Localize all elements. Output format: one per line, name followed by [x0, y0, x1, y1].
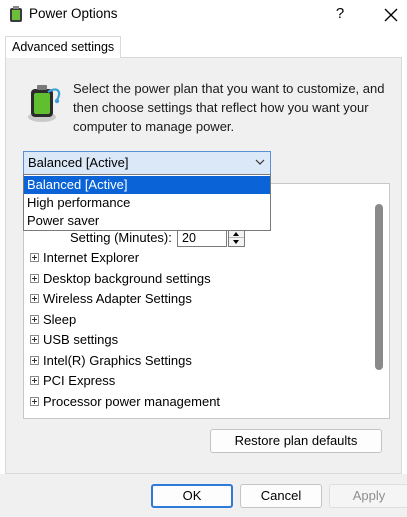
spin-down-button[interactable] [229, 238, 244, 246]
expand-icon[interactable] [30, 315, 39, 325]
close-icon[interactable] [380, 4, 402, 26]
plan-select[interactable]: Balanced [Active] [23, 151, 271, 175]
ok-button[interactable]: OK [151, 484, 233, 508]
expand-icon[interactable] [30, 253, 39, 263]
plan-option-high-performance[interactable]: High performance [24, 194, 270, 212]
tree-item-sleep[interactable]: Sleep [30, 310, 76, 330]
tree-item-label: Desktop background settings [43, 271, 211, 286]
tree-item-desktop-background[interactable]: Desktop background settings [30, 269, 211, 289]
tree-item-pci-express[interactable]: PCI Express [30, 371, 115, 391]
arrow-down-icon [233, 240, 239, 244]
tree-item-usb-settings[interactable]: USB settings [30, 330, 118, 350]
battery-icon [28, 85, 61, 122]
expand-icon[interactable] [30, 294, 39, 304]
setting-minutes-spinner[interactable] [228, 229, 245, 247]
apply-button[interactable]: Apply [329, 484, 407, 508]
tree-item-label: Wireless Adapter Settings [43, 291, 192, 306]
power-options-icon [10, 6, 22, 22]
title-bar: Power Options ? [0, 0, 407, 30]
tree-item-internet-explorer[interactable]: Internet Explorer [30, 248, 139, 268]
arrow-up-icon [233, 232, 239, 236]
plan-option-balanced[interactable]: Balanced [Active] [24, 176, 270, 194]
description-text: Select the power plan that you want to c… [73, 81, 385, 134]
tree-item-label: Intel(R) Graphics Settings [43, 353, 192, 368]
tree-item-label: Internet Explorer [43, 250, 140, 265]
tree-item-label: Sleep [43, 312, 77, 327]
tree-item-label: Processor power management [43, 394, 221, 409]
tree-item-wireless-adapter[interactable]: Wireless Adapter Settings [30, 289, 192, 309]
expand-icon[interactable] [30, 335, 39, 345]
tree-item-processor-power[interactable]: Processor power management [30, 392, 220, 412]
setting-minutes-input[interactable]: 20 [177, 229, 227, 247]
expand-icon[interactable] [30, 397, 39, 407]
plan-dropdown-list: Balanced [Active] High performance Power… [23, 174, 271, 231]
tree-item-label: PCI Express [43, 373, 116, 388]
help-button[interactable]: ? [330, 4, 350, 24]
cancel-button[interactable]: Cancel [240, 484, 322, 508]
restore-defaults-button[interactable]: Restore plan defaults [210, 429, 382, 453]
tree-scrollbar-thumb[interactable] [375, 204, 383, 370]
plan-option-power-saver[interactable]: Power saver [24, 212, 270, 230]
chevron-down-icon [255, 159, 265, 165]
setting-minutes-label: Setting (Minutes): [70, 230, 172, 245]
expand-icon[interactable] [30, 376, 39, 386]
expand-icon[interactable] [30, 356, 39, 366]
tree-item-label: USB settings [43, 332, 119, 347]
plan-select-value: Balanced [Active] [28, 155, 129, 170]
expand-icon[interactable] [30, 274, 39, 284]
window-title: Power Options [29, 6, 118, 21]
tab-advanced-settings[interactable]: Advanced settings [5, 36, 122, 58]
tree-item-intel-graphics[interactable]: Intel(R) Graphics Settings [30, 351, 192, 371]
spin-up-button[interactable] [229, 230, 244, 238]
